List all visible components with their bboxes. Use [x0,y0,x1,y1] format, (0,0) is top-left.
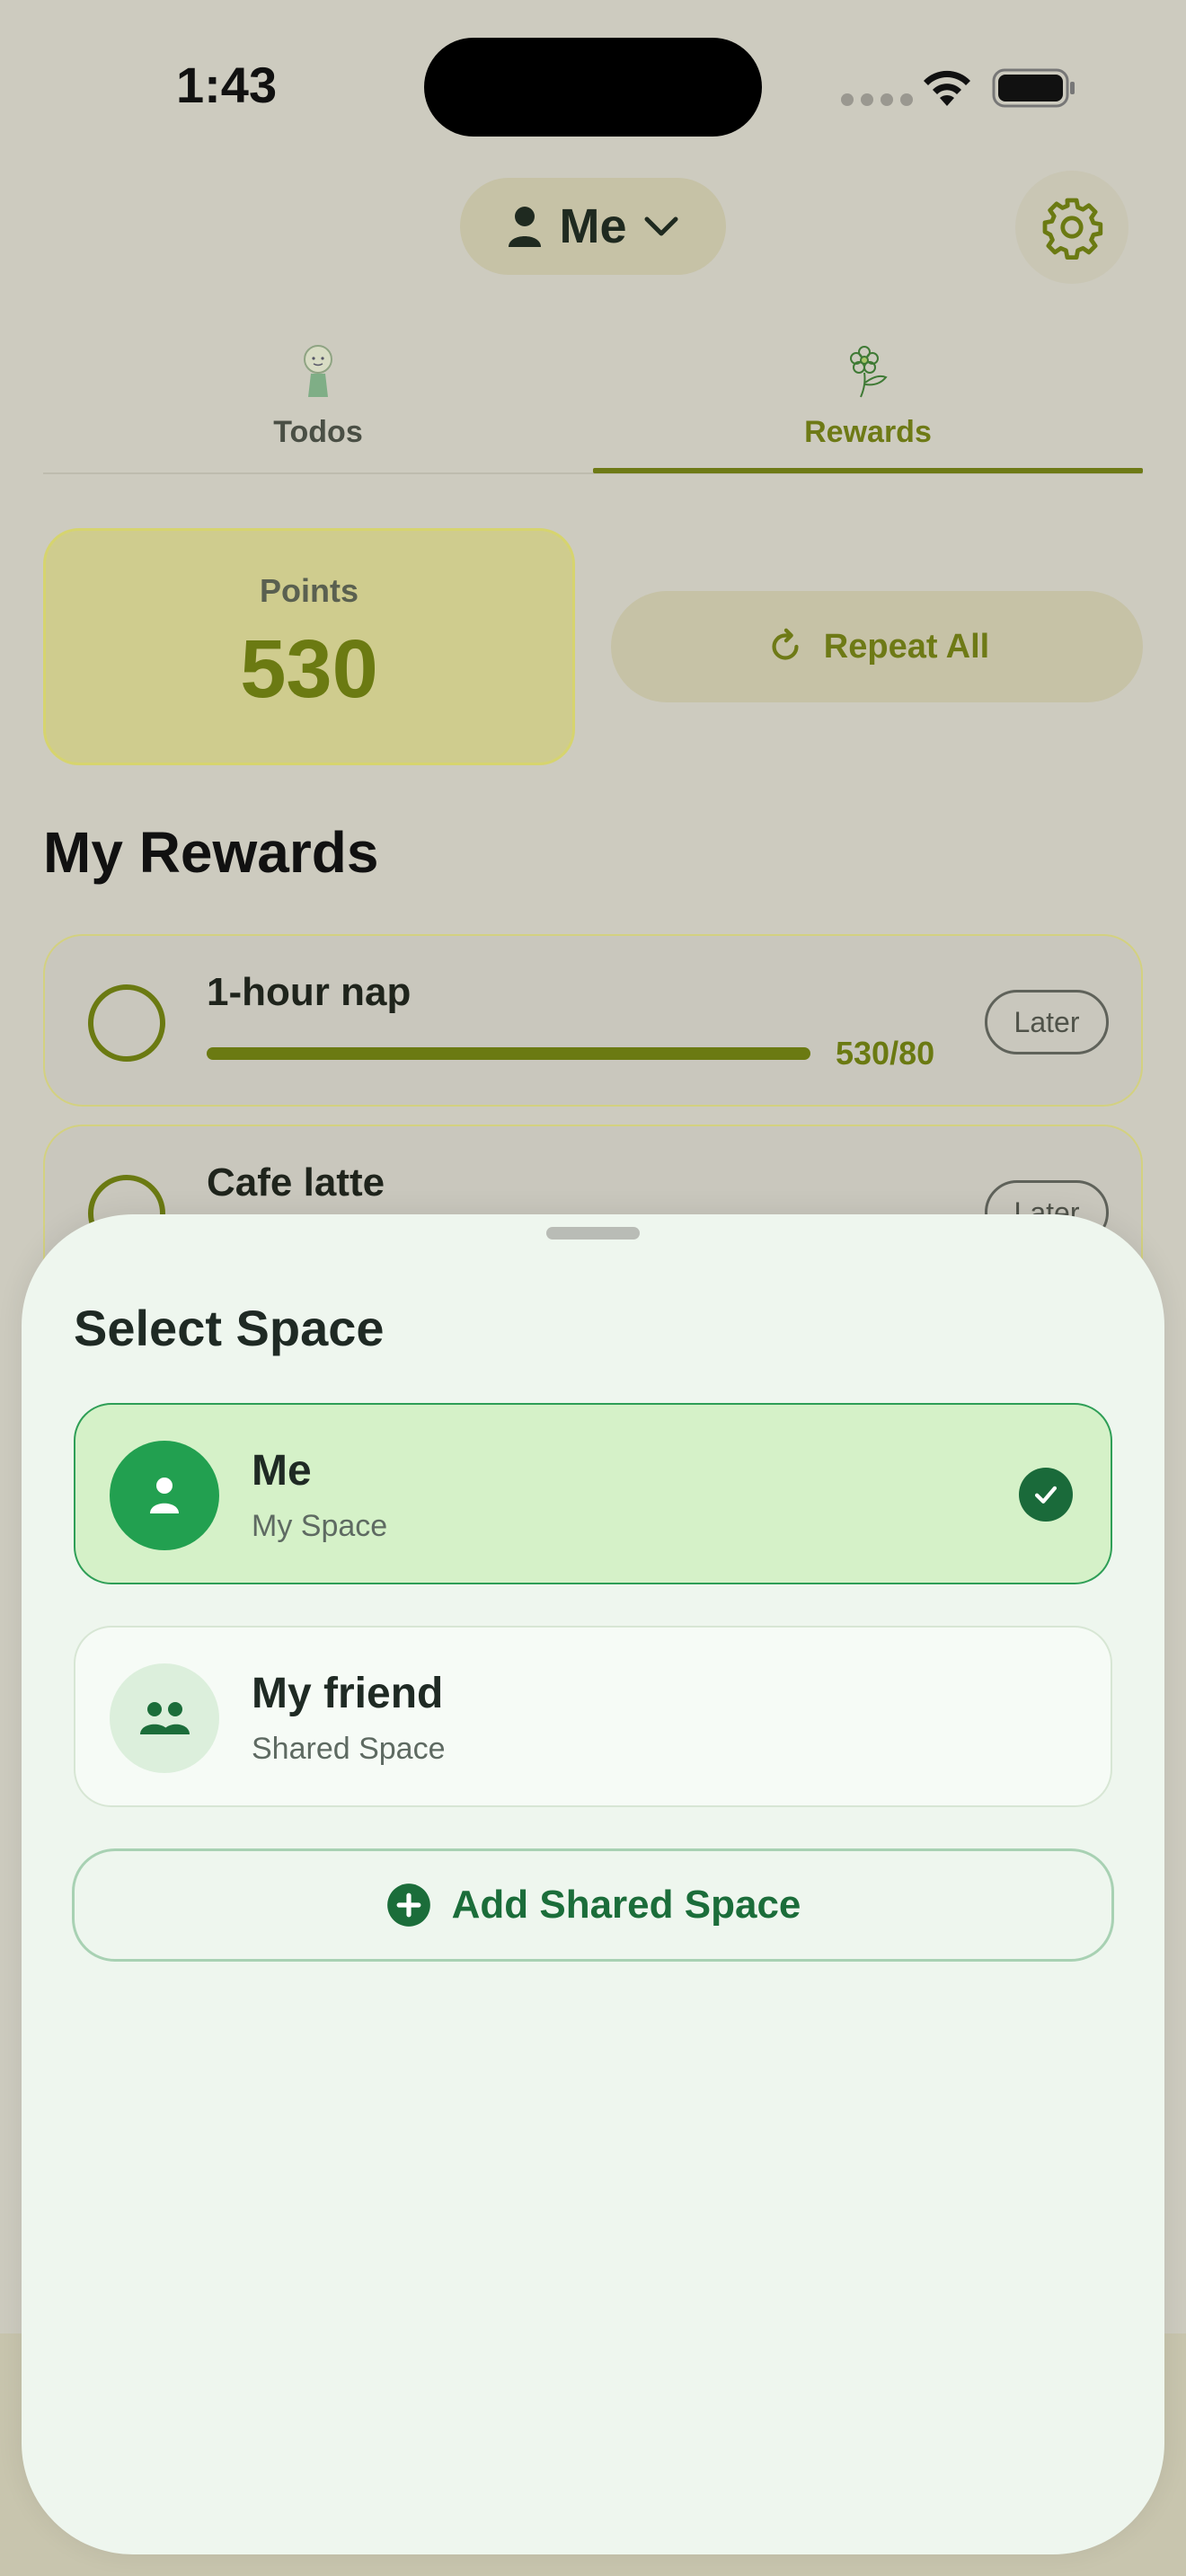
reward-progress-text: 530/80 [836,1035,935,1072]
reward-name: Cafe latte [207,1160,385,1204]
space-option-my-friend[interactable]: My friend Shared Space [74,1626,1112,1807]
gear-icon [1042,198,1103,260]
sheet-grabber[interactable] [546,1227,640,1239]
checkmark-icon [1019,1468,1073,1522]
reward-item[interactable]: 1-hour nap 530/80 Later [43,934,1143,1107]
chevron-down-icon [644,216,677,236]
person-icon [509,207,542,247]
reward-name: 1-hour nap [207,970,412,1014]
reward-complete-toggle[interactable] [88,984,165,1062]
space-option-subtitle: My Space [252,1509,388,1543]
refresh-icon [772,628,799,660]
tab-rewards[interactable]: Rewards [593,341,1143,474]
repeat-all-button[interactable]: Repeat All [611,591,1143,702]
space-option-title: My friend [252,1670,444,1717]
repeat-all-label: Repeat All [823,627,990,666]
dynamic-island [424,38,762,137]
add-shared-space-label: Add Shared Space [451,1883,801,1927]
plus-circle-icon [386,1883,430,1927]
space-avatar [110,1441,219,1550]
people-icon [140,1702,190,1734]
settings-button[interactable] [1015,171,1128,284]
character-icon [304,345,332,397]
space-selector-label: Me [559,199,627,253]
space-option-title: Me [252,1447,312,1495]
tab-rewards-indicator [593,468,1143,473]
wifi-icon [924,70,970,106]
space-selector-button[interactable]: Me [460,178,726,275]
rewards-section-title: My Rewards [43,820,379,885]
points-label: Points [259,572,358,609]
sheet-title: Select Space [74,1300,385,1356]
points-value: 530 [240,623,378,715]
flower-icon [850,346,888,398]
select-space-sheet: Select Space Me My Space My friend Share… [22,1214,1164,2554]
points-card: Points 530 [43,528,575,765]
signal-dots-icon [841,93,913,106]
reward-progress-bar [207,1047,810,1060]
tab-todos[interactable]: Todos [43,341,593,474]
space-option-me[interactable]: Me My Space [74,1403,1112,1584]
status-time: 1:43 [176,57,278,113]
tab-rewards-label: Rewards [804,415,932,449]
battery-icon [992,68,1075,108]
tab-todos-label: Todos [273,415,363,449]
space-option-subtitle: Shared Space [252,1732,446,1766]
later-button[interactable]: Later [985,990,1109,1054]
person-icon [150,1478,179,1513]
add-shared-space-button[interactable]: Add Shared Space [72,1848,1114,1962]
space-avatar [110,1663,219,1773]
